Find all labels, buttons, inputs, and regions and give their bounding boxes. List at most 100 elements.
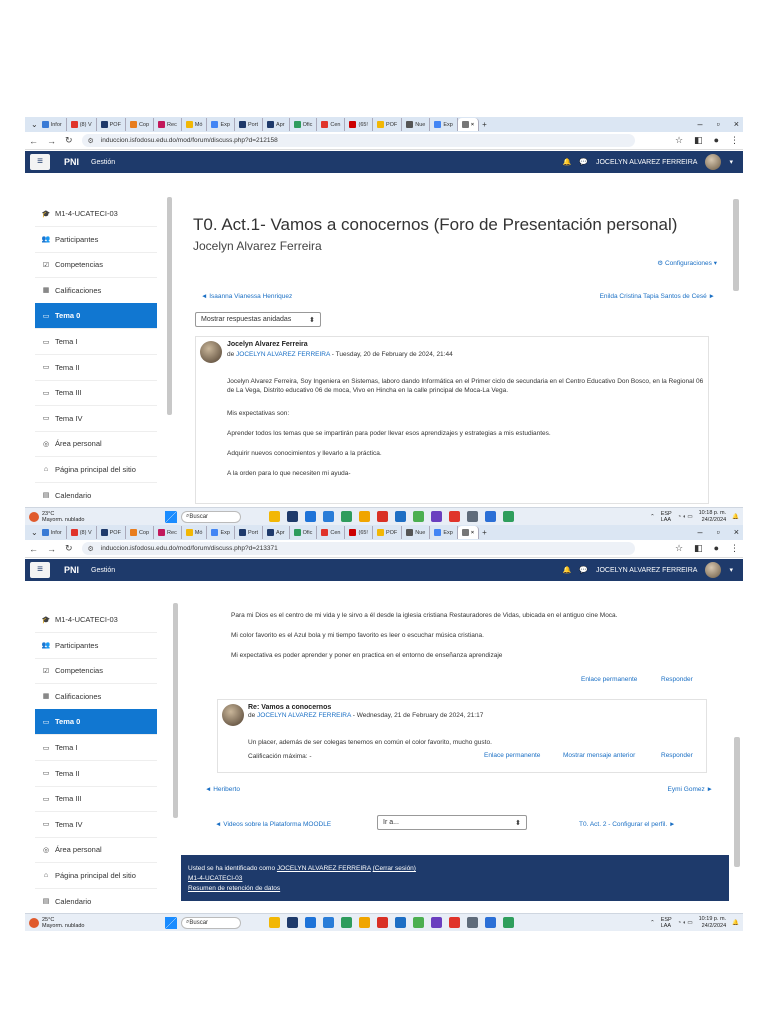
menu-kebab-icon[interactable]: ⋮ — [730, 135, 739, 146]
close-window-button[interactable]: × — [734, 527, 739, 537]
taskbar-app-icon[interactable] — [449, 511, 460, 522]
avatar[interactable] — [705, 154, 722, 170]
browser-tab[interactable]: Ofic — [290, 526, 318, 539]
tab-search-icon[interactable]: ⌄ — [31, 528, 38, 537]
drawer-toggle-button[interactable]: ≡ — [30, 562, 50, 578]
drawer-item-tema-ii[interactable]: ▭ Tema II — [35, 355, 157, 381]
taskbar-app-icon[interactable] — [305, 917, 316, 928]
taskbar-app-icon[interactable] — [359, 511, 370, 522]
browser-tab[interactable]: Exp — [207, 526, 235, 539]
browser-tab[interactable]: Cen — [317, 526, 346, 539]
language-indicator[interactable]: ESP LAA — [661, 511, 672, 523]
browser-tab[interactable]: (65! — [345, 118, 373, 131]
taskbar-search[interactable]: ⌕ Buscar — [181, 916, 241, 929]
bell-icon[interactable]: 🔔 — [563, 158, 572, 166]
gestion-link[interactable]: Gestión — [91, 567, 115, 574]
next-discussion-link[interactable]: Enilda Cristina Tapia Santos de Cesé ► — [600, 293, 715, 300]
drawer-item-m1-4-ucateci-03[interactable]: 🎓 M1-4-UCATECI-03 — [35, 201, 157, 227]
browser-tab[interactable]: POF — [97, 526, 126, 539]
drawer-item-tema-i[interactable]: ▭ Tema I — [35, 329, 157, 355]
drawer-scrollbar[interactable] — [173, 603, 178, 818]
taskbar-app-icon[interactable] — [413, 511, 424, 522]
browser-tab[interactable]: (65! — [345, 526, 373, 539]
drawer-item-área-personal[interactable]: ◎ Área personal — [35, 837, 157, 864]
drawer-item-calendario[interactable]: ▤ Calendario — [35, 483, 157, 509]
drawer-item-participantes[interactable]: 👥 Participantes — [35, 227, 157, 253]
taskbar-app-icon[interactable] — [359, 917, 370, 928]
taskbar-app-icon[interactable] — [485, 917, 496, 928]
browser-tab[interactable]: Infor — [38, 526, 67, 539]
taskbar-app-icon[interactable] — [449, 917, 460, 928]
browser-tab[interactable]: Mó — [182, 526, 208, 539]
site-info-icon[interactable]: ⚙ — [88, 545, 94, 553]
bell-icon[interactable]: 🔔 — [563, 566, 572, 574]
drawer-item-calendario[interactable]: ▤ Calendario — [35, 889, 157, 915]
taskbar-app-icon[interactable] — [503, 511, 514, 522]
tab-close-icon[interactable]: × — [471, 122, 474, 128]
prev-discussion-link[interactable]: ◄ Heriberto — [205, 786, 240, 793]
back-icon[interactable]: ← — [29, 136, 38, 146]
drawer-item-calificaciones[interactable]: ▦ Calificaciones — [35, 278, 157, 304]
user-menu-chevron-icon[interactable]: ▾ — [729, 158, 733, 166]
browser-tab[interactable]: Exp — [207, 118, 235, 131]
post-author-link[interactable]: JOCELYN ALVAREZ FERREIRA — [236, 351, 330, 358]
taskbar-app-icon[interactable] — [395, 511, 406, 522]
show-parent-link[interactable]: Mostrar mensaje anterior — [563, 752, 635, 759]
next-discussion-link[interactable]: Eymi Gomez ► — [668, 786, 713, 793]
sidepanel-icon[interactable]: ◧ — [694, 543, 703, 554]
prev-activity-link[interactable]: ◄ Videos sobre la Plataforma MOODLE — [215, 821, 331, 828]
taskbar-app-icon[interactable] — [395, 917, 406, 928]
prev-discussion-link[interactable]: ◄ Isaanna Vianessa Henriquez — [201, 293, 292, 300]
taskbar-app-icon[interactable] — [269, 917, 280, 928]
permalink-link[interactable]: Enlace permanente — [581, 676, 637, 683]
user-name[interactable]: JOCELYN ALVAREZ FERREIRA — [596, 159, 698, 166]
display-mode-select[interactable]: Mostrar respuestas anidadas ⬍ — [195, 312, 321, 327]
taskbar-search[interactable]: ⌕ Buscar — [181, 510, 241, 523]
drawer-item-tema-iii[interactable]: ▭ Tema III — [35, 380, 157, 407]
forward-icon[interactable]: → — [47, 544, 56, 554]
browser-tab[interactable]: Mó — [182, 118, 208, 131]
windows-start-icon[interactable] — [165, 916, 177, 929]
maximize-button[interactable]: ▫ — [717, 527, 720, 537]
course-link[interactable]: M1-4-UCATECI-03 — [188, 874, 729, 884]
taskbar-app-icon[interactable] — [269, 511, 280, 522]
taskbar-app-icon[interactable] — [503, 917, 514, 928]
browser-tab[interactable]: Cop — [126, 118, 155, 131]
tray-chevron-icon[interactable]: ⌃ — [650, 920, 655, 926]
browser-tab[interactable]: POF — [373, 526, 403, 539]
site-brand[interactable]: PNI — [64, 565, 79, 575]
drawer-item-participantes[interactable]: 👥 Participantes — [35, 633, 157, 659]
tab-close-icon[interactable]: × — [471, 530, 474, 536]
drawer-item-tema-ii[interactable]: ▭ Tema II — [35, 761, 157, 787]
taskbar-app-icon[interactable] — [341, 511, 352, 522]
site-info-icon[interactable]: ⚙ — [88, 137, 94, 145]
drawer-item-competencias[interactable]: ☑ Competencias — [35, 252, 157, 279]
weather-widget[interactable]: 25°C Mayorm. nublado — [25, 917, 155, 929]
tray-chevron-icon[interactable]: ⌃ — [650, 514, 655, 520]
drawer-item-calificaciones[interactable]: ▦ Calificaciones — [35, 684, 157, 710]
taskbar-app-icon[interactable] — [341, 917, 352, 928]
drawer-item-competencias[interactable]: ☑ Competencias — [35, 658, 157, 685]
menu-kebab-icon[interactable]: ⋮ — [730, 543, 739, 554]
site-brand[interactable]: PNI — [64, 157, 79, 167]
browser-tab[interactable]: Ofic — [290, 118, 318, 131]
taskbar-app-icon[interactable] — [467, 917, 478, 928]
wifi-volume-icon[interactable]: ◔ ◖ ▭ — [678, 920, 693, 926]
drawer-item-tema-0[interactable]: ▭ Tema 0 — [35, 709, 157, 736]
taskbar-app-icon[interactable] — [485, 511, 496, 522]
browser-tab[interactable]: Nue — [402, 526, 431, 539]
taskbar-app-icon[interactable] — [287, 511, 298, 522]
browser-tab[interactable]: Rec — [154, 118, 182, 131]
tab-active[interactable]: × — [457, 118, 480, 131]
maximize-button[interactable]: ▫ — [717, 119, 720, 129]
drawer-toggle-button[interactable]: ≡ — [30, 154, 50, 170]
browser-tab[interactable]: Apr — [263, 118, 290, 131]
minimize-button[interactable]: – — [698, 527, 703, 537]
new-tab-button[interactable]: + — [482, 528, 487, 537]
browser-tab[interactable]: Apr — [263, 526, 290, 539]
user-menu-chevron-icon[interactable]: ▾ — [729, 566, 733, 574]
browser-tab[interactable]: Cop — [126, 526, 155, 539]
page-scrollbar[interactable] — [734, 737, 740, 867]
notification-bell-icon[interactable]: 🔔 — [732, 514, 739, 520]
browser-tab[interactable]: Port — [235, 118, 264, 131]
